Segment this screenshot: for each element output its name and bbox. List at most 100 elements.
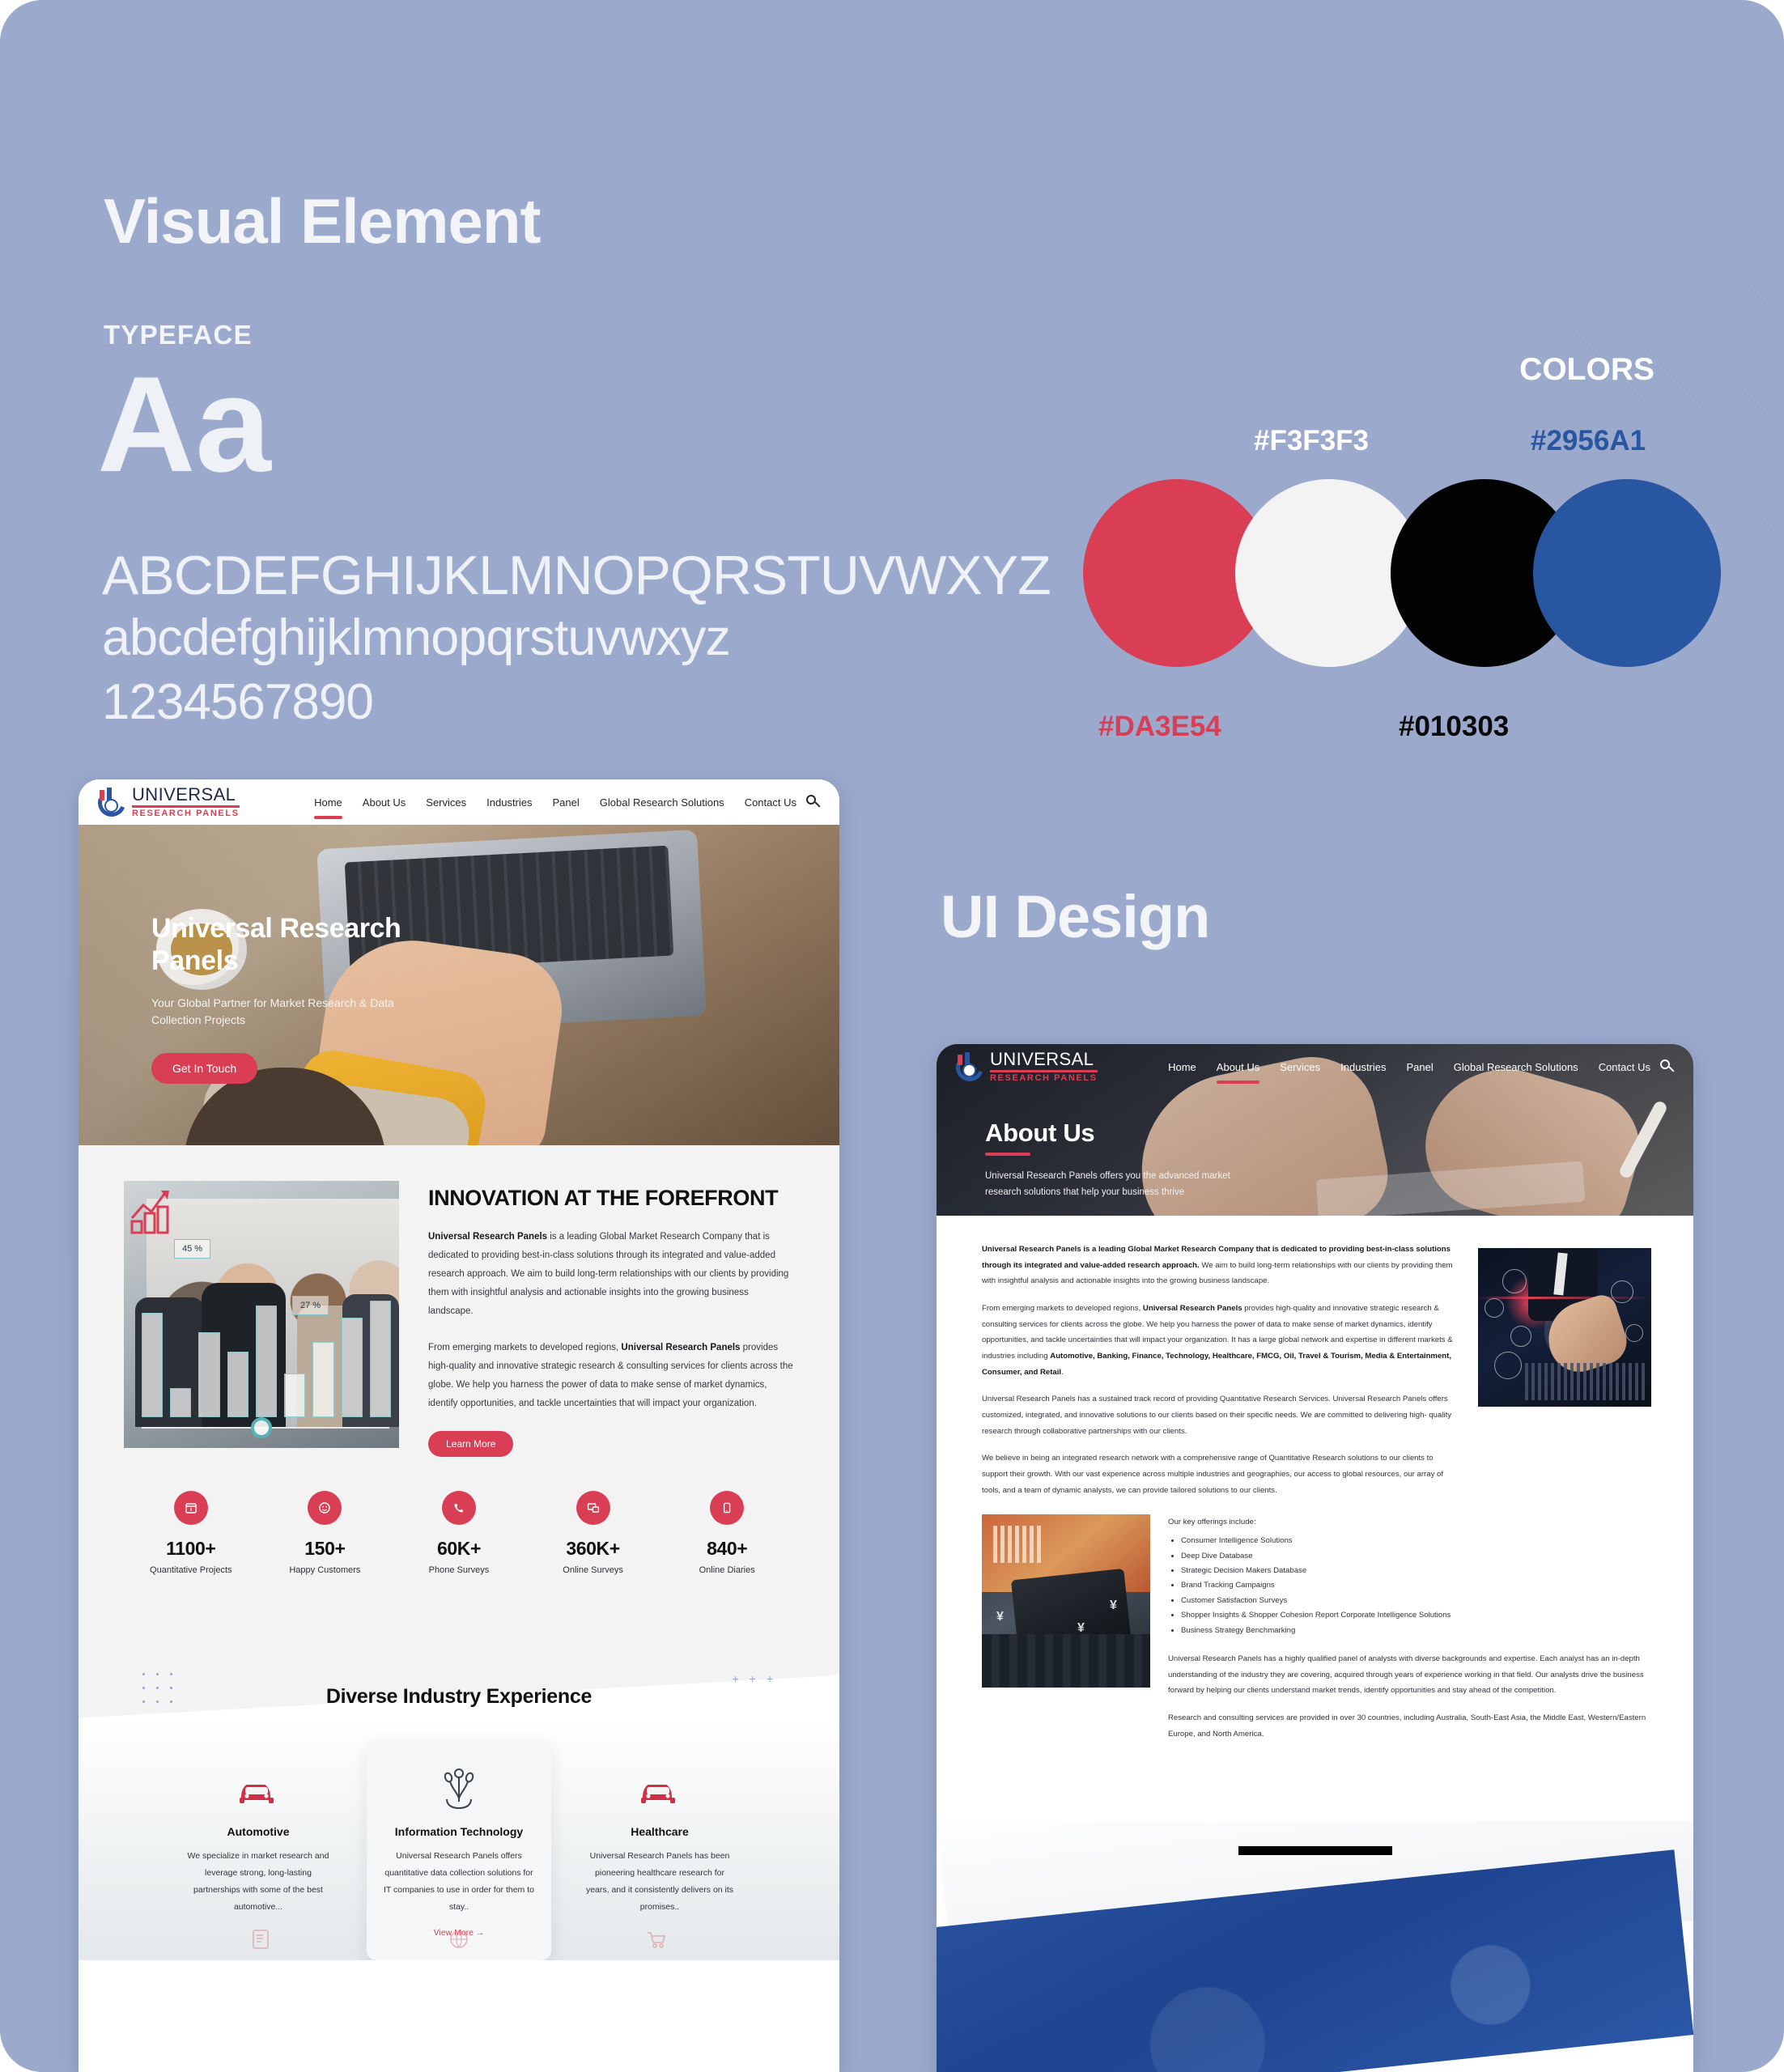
brand-guideline-board: Visual Element TYPEFACE Aa ABCDEFGHIJKLM…	[0, 0, 1784, 2072]
nav-item-contact-us[interactable]: Contact Us	[1599, 1061, 1650, 1073]
innovation-badge-27: 27 %	[292, 1296, 329, 1315]
about-text-column: Universal Research Panels is a leading G…	[982, 1242, 1459, 1509]
about-paragraph-1: Universal Research Panels is a leading G…	[982, 1245, 1453, 1286]
color-hex-black: #010303	[1399, 711, 1510, 742]
dots-decoration	[137, 1667, 177, 1709]
finance-icon	[249, 1927, 274, 1955]
industry-title: Information Technology	[394, 1825, 524, 1839]
about-page-title: About Us	[985, 1119, 1095, 1147]
colors-label: COLORS	[1519, 352, 1654, 387]
about-nav-links: Home About Us Services Industries Panel …	[1168, 1061, 1650, 1084]
logo-divider	[132, 805, 240, 808]
diverse-industry-section: + + + Diverse Industry Experience Automoti…	[79, 1616, 839, 1961]
typeface-sample-aa: Aa	[97, 348, 271, 500]
stat-label: Online Surveys	[563, 1565, 623, 1576]
page-title: Visual Element	[104, 185, 541, 257]
about-paragraph-2: From emerging markets to developed regio…	[982, 1303, 1453, 1377]
innovation-image: 45 % 27 %	[124, 1181, 399, 1448]
list-item: Deep Dive Database	[1181, 1549, 1651, 1564]
innovation-text: INNOVATION AT THE FOREFRONT Universal Re…	[428, 1181, 794, 1458]
typeface-numerals: 1234567890	[102, 674, 374, 730]
phone-icon	[441, 1491, 476, 1526]
offerings-list: Consumer Intelligence Solutions Deep Div…	[1181, 1534, 1651, 1638]
growth-chart-icon	[130, 1191, 169, 1234]
offerings-lead: Our key offerings include:	[1168, 1518, 1256, 1527]
list-item: Strategic Decision Makers Database	[1181, 1564, 1651, 1578]
innovation-brand-bold-2: Universal Research Panels	[621, 1343, 741, 1353]
logo-text-secondary: RESEARCH PANELS	[132, 809, 240, 818]
footer-black-bar	[1238, 1846, 1392, 1855]
home-page-mockup: UNIVERSAL RESEARCH PANELS Home About Us …	[79, 779, 839, 2072]
logo-text-primary: UNIVERSAL	[990, 1049, 1094, 1069]
nav-item-panel[interactable]: Panel	[1407, 1061, 1434, 1073]
hero-subtitle: Your Global Partner for Market Research …	[151, 996, 394, 1027]
list-item: Consumer Intelligence Solutions	[1181, 1534, 1651, 1548]
list-item: Customer Satisfaction Surveys	[1181, 1594, 1651, 1608]
nav-item-home[interactable]: Home	[314, 796, 342, 819]
about-hero-copy: About Us Universal Research Panels offer…	[985, 1119, 1252, 1200]
about-subtitle: Universal Research Panels offers you the…	[985, 1171, 1230, 1197]
stat-item: 150+ Happy Customers	[264, 1491, 385, 1575]
about-paragraph-3: Universal Research Panels has a sustaine…	[982, 1395, 1452, 1436]
nav-item-global-research-solutions[interactable]: Global Research Solutions	[1454, 1061, 1578, 1073]
typeface-uppercase: ABCDEFGHIJKLMNOPQRSTUVWXYZ	[102, 545, 1051, 606]
travel-icon	[447, 1927, 471, 1955]
nav-item-panel[interactable]: Panel	[553, 796, 580, 809]
innovation-bar-overlay	[142, 1296, 391, 1417]
it-network-icon	[383, 1764, 535, 1815]
screens-icon	[576, 1491, 610, 1526]
about-hero: UNIVERSAL RESEARCH PANELS Home About Us …	[937, 1044, 1693, 1216]
mobile-icon	[710, 1491, 745, 1526]
nav-item-services[interactable]: Services	[1280, 1061, 1320, 1073]
search-icon[interactable]	[1660, 1059, 1676, 1075]
list-item: Brand Tracking Campaigns	[1181, 1578, 1651, 1593]
industry-icon-preview-row	[79, 1897, 839, 1960]
stat-value: 60K+	[436, 1538, 481, 1560]
industry-title: Healthcare	[631, 1825, 689, 1839]
stat-item: 840+ Online Diaries	[666, 1491, 788, 1575]
stat-item: 1100+ Quantitative Projects	[130, 1491, 252, 1575]
site-logo[interactable]: UNIVERSAL RESEARCH PANELS	[951, 1049, 1098, 1086]
get-in-touch-button[interactable]: Get In Touch	[151, 1053, 258, 1085]
stat-value: 840+	[707, 1538, 748, 1560]
title-underline	[985, 1153, 1030, 1156]
about-navbar: UNIVERSAL RESEARCH PANELS Home About Us …	[937, 1044, 1693, 1089]
home-nav-links: Home About Us Services Industries Panel …	[314, 796, 796, 819]
nav-item-services[interactable]: Services	[426, 796, 466, 809]
home-hero: Universal Research Panels Your Global Pa…	[79, 825, 839, 1145]
about-newspaper-image: ¥¥¥¥	[982, 1514, 1150, 1688]
stat-label: Online Diaries	[699, 1565, 755, 1576]
site-logo[interactable]: UNIVERSAL RESEARCH PANELS	[93, 784, 240, 822]
typeface-label: TYPEFACE	[104, 320, 253, 350]
stat-label: Happy Customers	[289, 1565, 361, 1576]
about-offerings-section: ¥¥¥¥ Our key offerings include: Consumer…	[937, 1509, 1693, 1754]
industry-title: Automotive	[227, 1825, 290, 1839]
stats-row: 1100+ Quantitative Projects 150+ Happy C…	[79, 1457, 839, 1616]
projects-icon	[173, 1491, 208, 1526]
list-item: Shopper Insights & Shopper Cohesion Repo…	[1181, 1608, 1651, 1623]
nav-item-contact-us[interactable]: Contact Us	[745, 796, 796, 809]
learn-more-button[interactable]: Learn More	[428, 1431, 514, 1458]
nav-item-about-us[interactable]: About Us	[1216, 1061, 1260, 1084]
ui-design-title: UI Design	[941, 883, 1210, 950]
stat-value: 360K+	[566, 1538, 620, 1560]
innovation-para1-rest: is a leading Global Market Research Comp…	[428, 1232, 789, 1317]
nav-item-industries[interactable]: Industries	[486, 796, 532, 809]
about-image-column	[1478, 1242, 1651, 1509]
nav-item-industries[interactable]: Industries	[1340, 1061, 1386, 1073]
stat-value: 1100+	[166, 1538, 216, 1560]
about-paragraph-4: We believe in being an integrated resear…	[982, 1454, 1444, 1495]
color-swatch-blue	[1533, 479, 1721, 667]
hero-title: Universal Research Panels	[151, 913, 401, 977]
car-icon	[182, 1764, 334, 1815]
logo-text-primary: UNIVERSAL	[132, 784, 236, 805]
about-footer-wave	[937, 1821, 1693, 2072]
nav-item-home[interactable]: Home	[1168, 1061, 1196, 1073]
list-item: Business Strategy Benchmarking	[1181, 1624, 1651, 1638]
innovation-paragraph-1: Universal Research Panels is a leading G…	[428, 1228, 794, 1321]
logo-mark-icon	[951, 1049, 988, 1086]
stat-item: 360K+ Online Surveys	[533, 1491, 654, 1575]
search-icon[interactable]	[806, 794, 822, 810]
nav-item-global-research-solutions[interactable]: Global Research Solutions	[600, 796, 724, 809]
nav-item-about-us[interactable]: About Us	[363, 796, 406, 809]
